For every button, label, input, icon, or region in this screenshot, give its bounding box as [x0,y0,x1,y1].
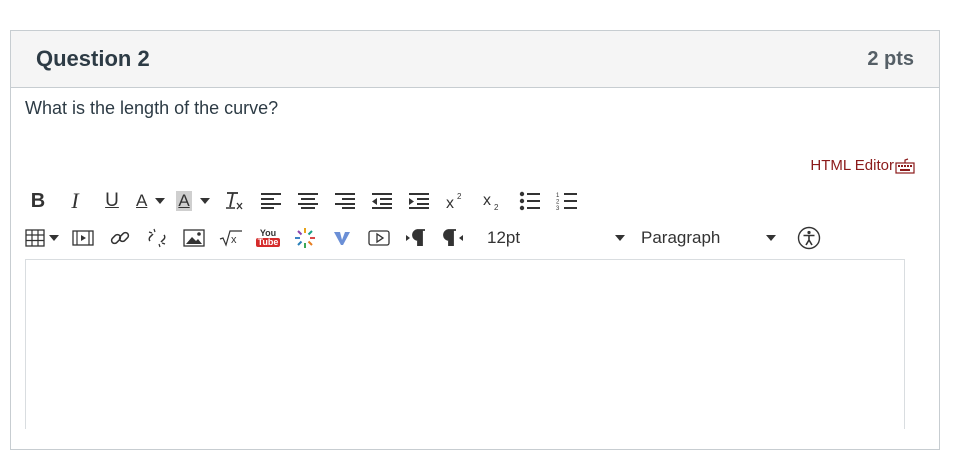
bold-label: B [30,189,46,212]
toolbar-row-formatting: B I U A A x 2 x 2 1 2 3 [25,186,591,216]
align-left-button[interactable] [258,188,284,214]
outdent-icon [371,193,392,209]
youtube-button[interactable]: You Tube [255,225,281,251]
italic-label: I [71,188,79,213]
apps-button[interactable] [292,225,318,251]
align-right-button[interactable] [332,188,358,214]
chevron-down-icon [766,235,776,241]
svg-text:2: 2 [457,192,462,201]
svg-text:2: 2 [494,203,499,211]
underline-button[interactable]: U [99,188,125,214]
format-select[interactable]: Paragraph [641,228,776,248]
video-button[interactable] [366,225,392,251]
indent-icon [408,193,429,209]
accessibility-icon [797,226,821,250]
text-color-button[interactable]: A [136,188,166,214]
vimeo-button[interactable] [329,225,355,251]
paragraph-rtl-icon [443,229,463,246]
equation-button[interactable]: x [218,225,244,251]
link-icon [110,231,130,245]
svg-text:3: 3 [556,206,560,211]
svg-text:x: x [231,234,237,246]
font-size-select[interactable]: 12pt [487,228,625,248]
table-button[interactable] [25,225,59,251]
font-size-value: 12pt [487,228,521,247]
sparkle-icon [295,228,315,248]
align-right-icon [334,193,355,209]
youtube-label-bottom: Tube [255,237,281,247]
rich-text-editor-body[interactable] [25,259,905,429]
paragraph-ltr-icon [406,229,425,246]
question-title: Question 2 [36,46,150,71]
numbered-list-button[interactable]: 1 2 3 [554,188,580,214]
film-icon [72,230,94,246]
html-editor-link[interactable]: HTML Editor [810,157,915,174]
accessibility-button[interactable] [796,225,822,251]
question-points: 2 pts [867,47,914,70]
clear-formatting-icon [225,192,243,210]
clear-formatting-button[interactable] [221,188,247,214]
toolbar-row-insert: x You Tube 12pt Paragraph [25,223,833,253]
italic-button[interactable]: I [62,188,88,214]
rtl-button[interactable] [440,225,466,251]
image-icon [183,229,205,247]
subscript-icon: x 2 [483,192,499,211]
superscript-button[interactable]: x 2 [443,188,469,214]
play-icon [368,230,390,246]
underline-label: U [105,190,119,211]
vimeo-icon [334,232,350,245]
question-header: Question 2 2 pts [11,31,939,88]
square-root-icon: x [219,230,242,247]
image-button[interactable] [181,225,207,251]
bold-button[interactable]: B [25,188,51,214]
background-color-label: A [176,191,192,211]
indent-button[interactable] [406,188,432,214]
align-center-icon [297,193,318,209]
superscript-icon: x 2 [446,192,462,211]
bullet-list-button[interactable] [517,188,543,214]
svg-text:x: x [446,195,454,211]
chevron-down-icon [199,198,210,204]
keyboard-icon [895,157,915,174]
chevron-down-icon [49,235,59,241]
youtube-icon: You Tube [255,229,281,247]
question-text: What is the length of the curve? [25,98,279,118]
chevron-down-icon [615,235,625,241]
outdent-button[interactable] [369,188,395,214]
chevron-down-icon [155,198,166,204]
svg-text:x: x [483,192,491,209]
html-editor-label: HTML Editor [810,157,894,174]
align-center-button[interactable] [295,188,321,214]
svg-text:1: 1 [556,193,560,199]
format-value: Paragraph [641,228,721,247]
unlink-icon [148,228,166,248]
ltr-button[interactable] [403,225,429,251]
table-icon [25,229,45,247]
link-button[interactable] [107,225,133,251]
media-button[interactable] [70,225,96,251]
svg-text:2: 2 [556,200,560,206]
subscript-button[interactable]: x 2 [480,188,506,214]
background-color-button[interactable]: A [176,188,210,214]
numbered-list-icon: 1 2 3 [556,193,577,211]
unlink-button[interactable] [144,225,170,251]
text-color-label: A [136,191,148,210]
align-left-icon [260,193,281,209]
bullet-list-icon [519,191,540,211]
